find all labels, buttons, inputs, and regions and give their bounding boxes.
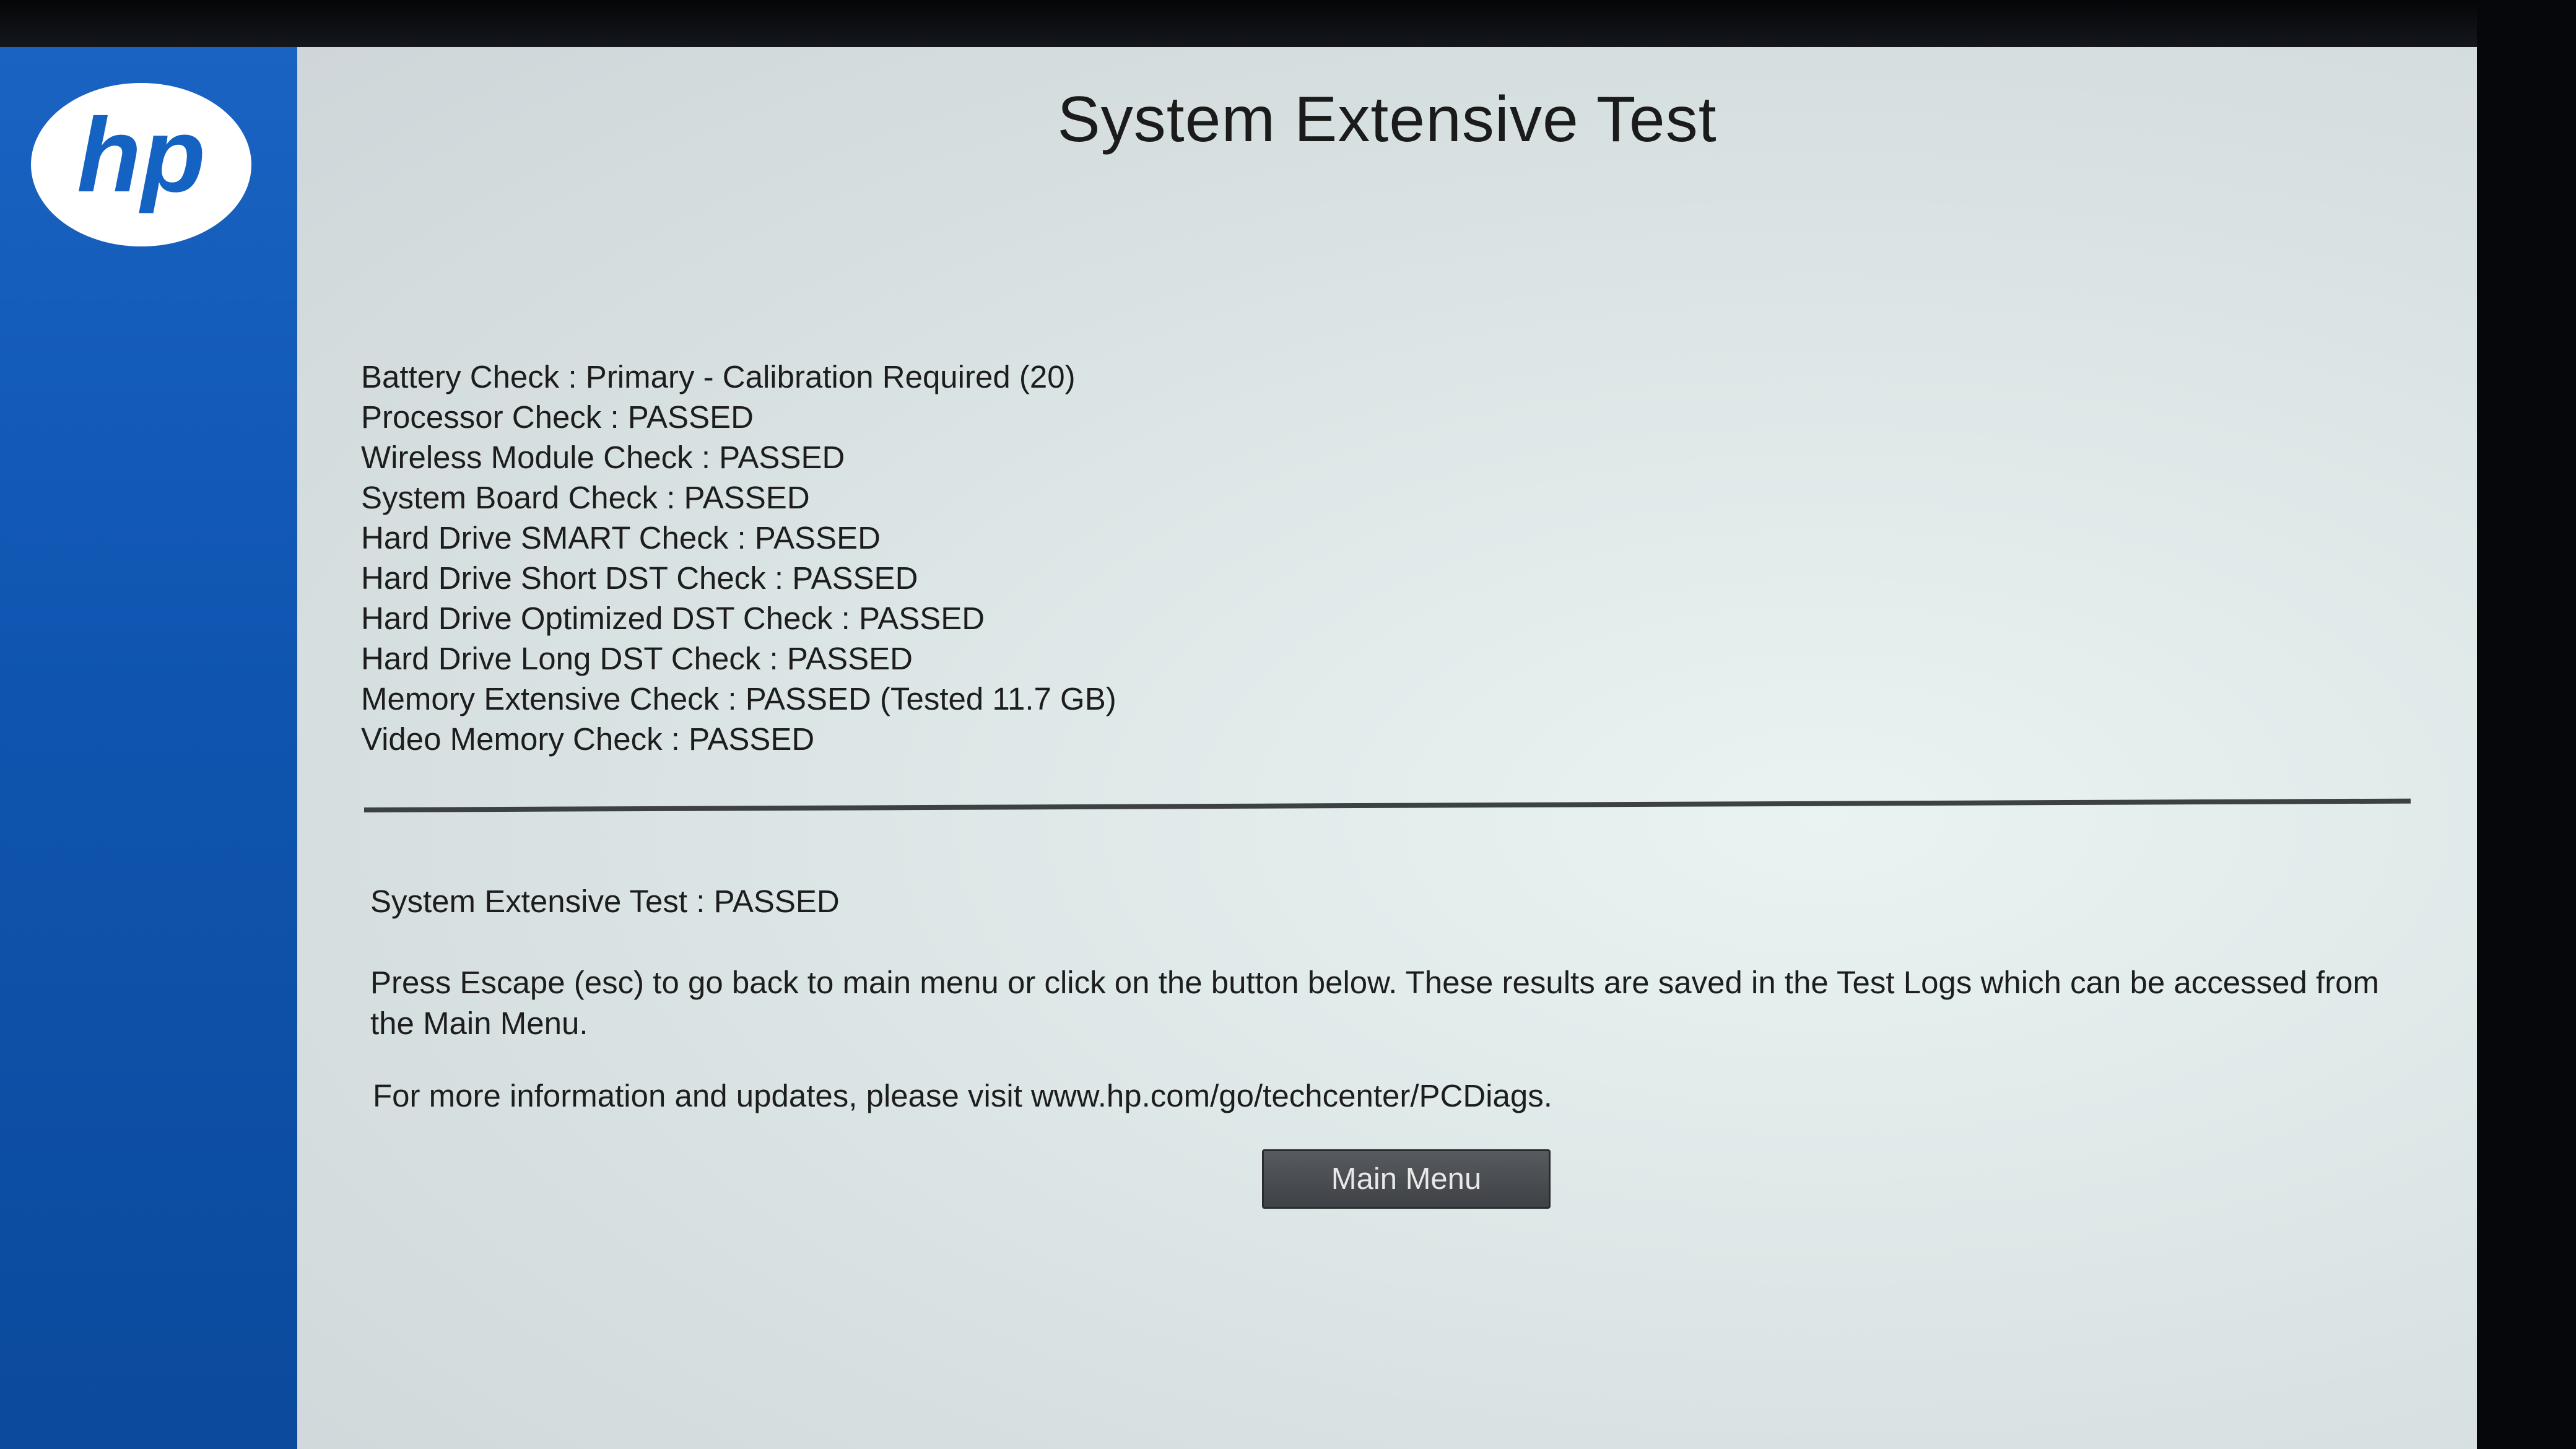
check-video-memory: Video Memory Check : PASSED — [361, 721, 815, 757]
check-wireless-module: Wireless Module Check : PASSED — [361, 440, 845, 475]
monitor-bezel-right — [2477, 0, 2576, 1449]
info-text: For more information and updates, please… — [373, 1078, 1552, 1113]
check-memory-extensive: Memory Extensive Check : PASSED (Tested … — [361, 681, 1116, 716]
hp-logo-text: hp — [77, 97, 206, 214]
sidebar: hp — [0, 47, 310, 1449]
check-hdd-optimized-dst: Hard Drive Optimized DST Check : PASSED — [361, 601, 985, 636]
diagnostics-screen: hp System Extensive Test Battery Check :… — [0, 47, 2477, 1449]
check-battery: Battery Check : Primary - Calibration Re… — [361, 359, 1076, 394]
hp-logo: hp — [31, 83, 251, 246]
divider — [363, 798, 2411, 812]
instructions-text: Press Escape (esc) to go back to main me… — [370, 965, 2379, 1041]
check-hdd-long-dst: Hard Drive Long DST Check : PASSED — [361, 641, 913, 676]
check-system-board: System Board Check : PASSED — [361, 480, 810, 515]
page-title: System Extensive Test — [1057, 84, 1717, 155]
check-processor: Processor Check : PASSED — [361, 399, 754, 435]
test-summary: System Extensive Test : PASSED — [370, 884, 840, 919]
check-hdd-smart: Hard Drive SMART Check : PASSED — [361, 520, 881, 555]
main-menu-button[interactable]: Main Menu — [1262, 1149, 1551, 1209]
check-results-list: Battery Check : Primary - Calibration Re… — [361, 357, 1116, 759]
monitor-bezel-top — [0, 0, 2576, 47]
main-panel: System Extensive Test Battery Check : Pr… — [297, 47, 2477, 1449]
check-hdd-short-dst: Hard Drive Short DST Check : PASSED — [361, 560, 918, 596]
